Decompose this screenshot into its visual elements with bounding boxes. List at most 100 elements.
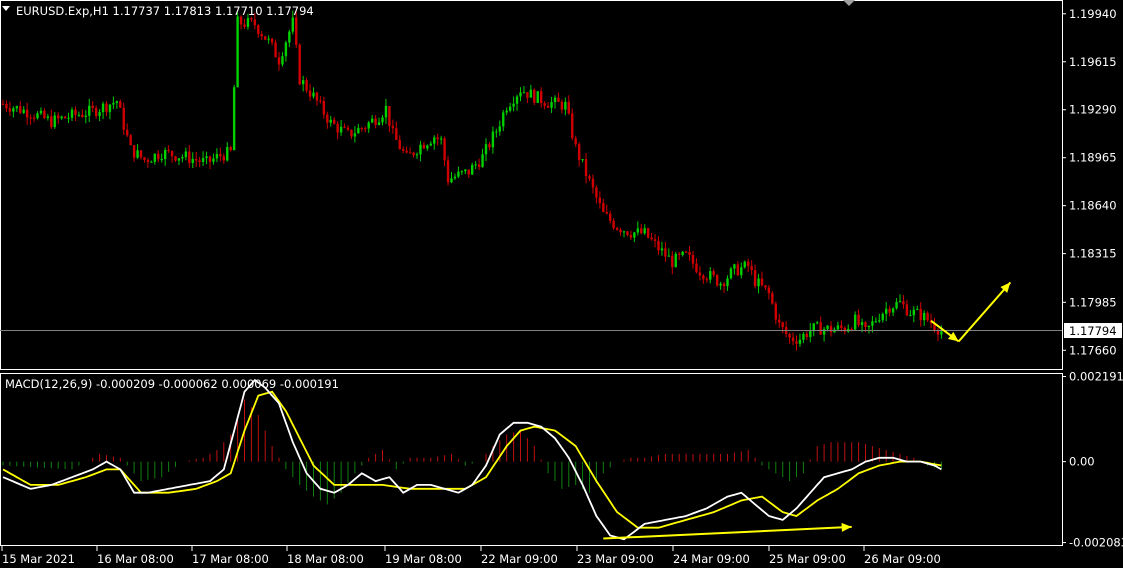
candle-body <box>481 154 484 168</box>
price-axis-label: 1.19940 <box>1069 7 1117 21</box>
candle-body <box>615 228 619 230</box>
current-price-value: 1.17794 <box>1069 324 1117 338</box>
candle-body <box>709 271 712 280</box>
candle-body <box>609 213 612 221</box>
candle-body <box>301 80 305 85</box>
candle-body <box>885 308 888 314</box>
candle-body <box>522 92 526 94</box>
candle-body <box>474 164 477 166</box>
price-axis-label: 1.17985 <box>1069 295 1117 309</box>
candle-body <box>443 138 446 161</box>
candle-body <box>605 212 608 214</box>
candle-body <box>791 337 795 342</box>
candle-body <box>640 228 643 234</box>
candle-body <box>557 97 560 102</box>
chart-window[interactable]: EURUSD.Exp,H1 1.17737 1.17813 1.17710 1.… <box>0 0 1123 568</box>
candle-body <box>315 92 319 101</box>
candle-body <box>12 108 15 112</box>
candle-body <box>505 110 508 113</box>
candle-body <box>553 97 557 103</box>
time-axis-label: 26 Mar 09:00 <box>864 552 941 566</box>
candle-body <box>181 157 184 159</box>
candle-body <box>226 147 229 161</box>
candle-body <box>177 158 181 161</box>
candle-body <box>760 278 764 286</box>
candle-body <box>305 80 308 91</box>
candle-body <box>743 261 746 268</box>
candle-body <box>681 251 684 255</box>
candle-body <box>919 308 922 321</box>
candle-body <box>771 293 774 304</box>
candle-body <box>322 100 326 115</box>
time-axis-label: 24 Mar 09:00 <box>673 552 750 566</box>
candle-body <box>91 105 94 108</box>
candle-body <box>574 138 577 145</box>
candle-body <box>498 126 501 132</box>
candle-body <box>374 118 377 125</box>
candle-body <box>353 133 357 137</box>
candle-body <box>691 254 695 264</box>
candle-body <box>867 325 871 328</box>
candle-body <box>512 103 515 107</box>
candle-body <box>829 325 833 333</box>
candle-body <box>119 101 122 108</box>
candle-body <box>277 57 281 65</box>
candle-body <box>129 135 132 146</box>
candle-body <box>864 322 867 328</box>
candle-body <box>860 322 864 326</box>
candle-body <box>384 105 388 118</box>
candle-body <box>377 122 381 125</box>
candle-body <box>174 156 177 161</box>
candle-body <box>15 106 18 109</box>
candle-body <box>46 116 50 118</box>
candle-body <box>253 19 257 26</box>
candle-body <box>508 106 512 111</box>
candle-body <box>188 151 191 163</box>
candle-body <box>419 144 422 155</box>
candle-body <box>139 150 143 158</box>
candle-body <box>905 304 909 316</box>
candle-body <box>132 145 136 158</box>
candle-body <box>219 153 222 157</box>
candle-body <box>115 101 119 103</box>
macd-title: MACD(12,26,9) -0.000209 -0.000062 0.0000… <box>5 377 339 391</box>
candle-body <box>101 103 105 113</box>
candle-body <box>70 109 74 118</box>
candle-body <box>395 128 398 140</box>
candle-body <box>674 253 677 268</box>
candle-body <box>888 308 891 313</box>
candle-body <box>781 322 784 328</box>
candle-body <box>916 308 919 310</box>
candle-body <box>453 176 457 179</box>
candle-body <box>264 36 267 40</box>
candle-body <box>591 178 595 188</box>
candle-body <box>146 160 150 163</box>
candle-body <box>798 339 802 344</box>
candle-body <box>312 92 315 97</box>
candle-body <box>53 115 56 128</box>
candle-body <box>77 114 81 116</box>
candle-body <box>805 333 809 337</box>
candle-body <box>543 103 546 106</box>
candle-body <box>439 138 443 140</box>
candle-body <box>433 137 436 144</box>
candle-body <box>898 301 902 303</box>
candle-body <box>774 303 777 320</box>
candle-body <box>626 231 629 236</box>
candle-body <box>598 197 602 204</box>
candle-body <box>477 164 481 168</box>
candle-body <box>457 171 460 177</box>
candle-body <box>364 128 367 130</box>
candle-body <box>170 150 174 157</box>
candle-body <box>584 159 588 177</box>
candle-body <box>43 110 46 118</box>
candle-body <box>112 102 115 105</box>
candle-body <box>536 91 539 103</box>
time-axis-label: 23 Mar 09:00 <box>577 552 654 566</box>
candle-body <box>753 270 757 287</box>
macd-axis-label: 0.00 <box>1069 455 1095 469</box>
candle-body <box>757 278 760 287</box>
candle-body <box>184 151 188 158</box>
candle-body <box>491 131 495 148</box>
candle-body <box>250 18 253 20</box>
